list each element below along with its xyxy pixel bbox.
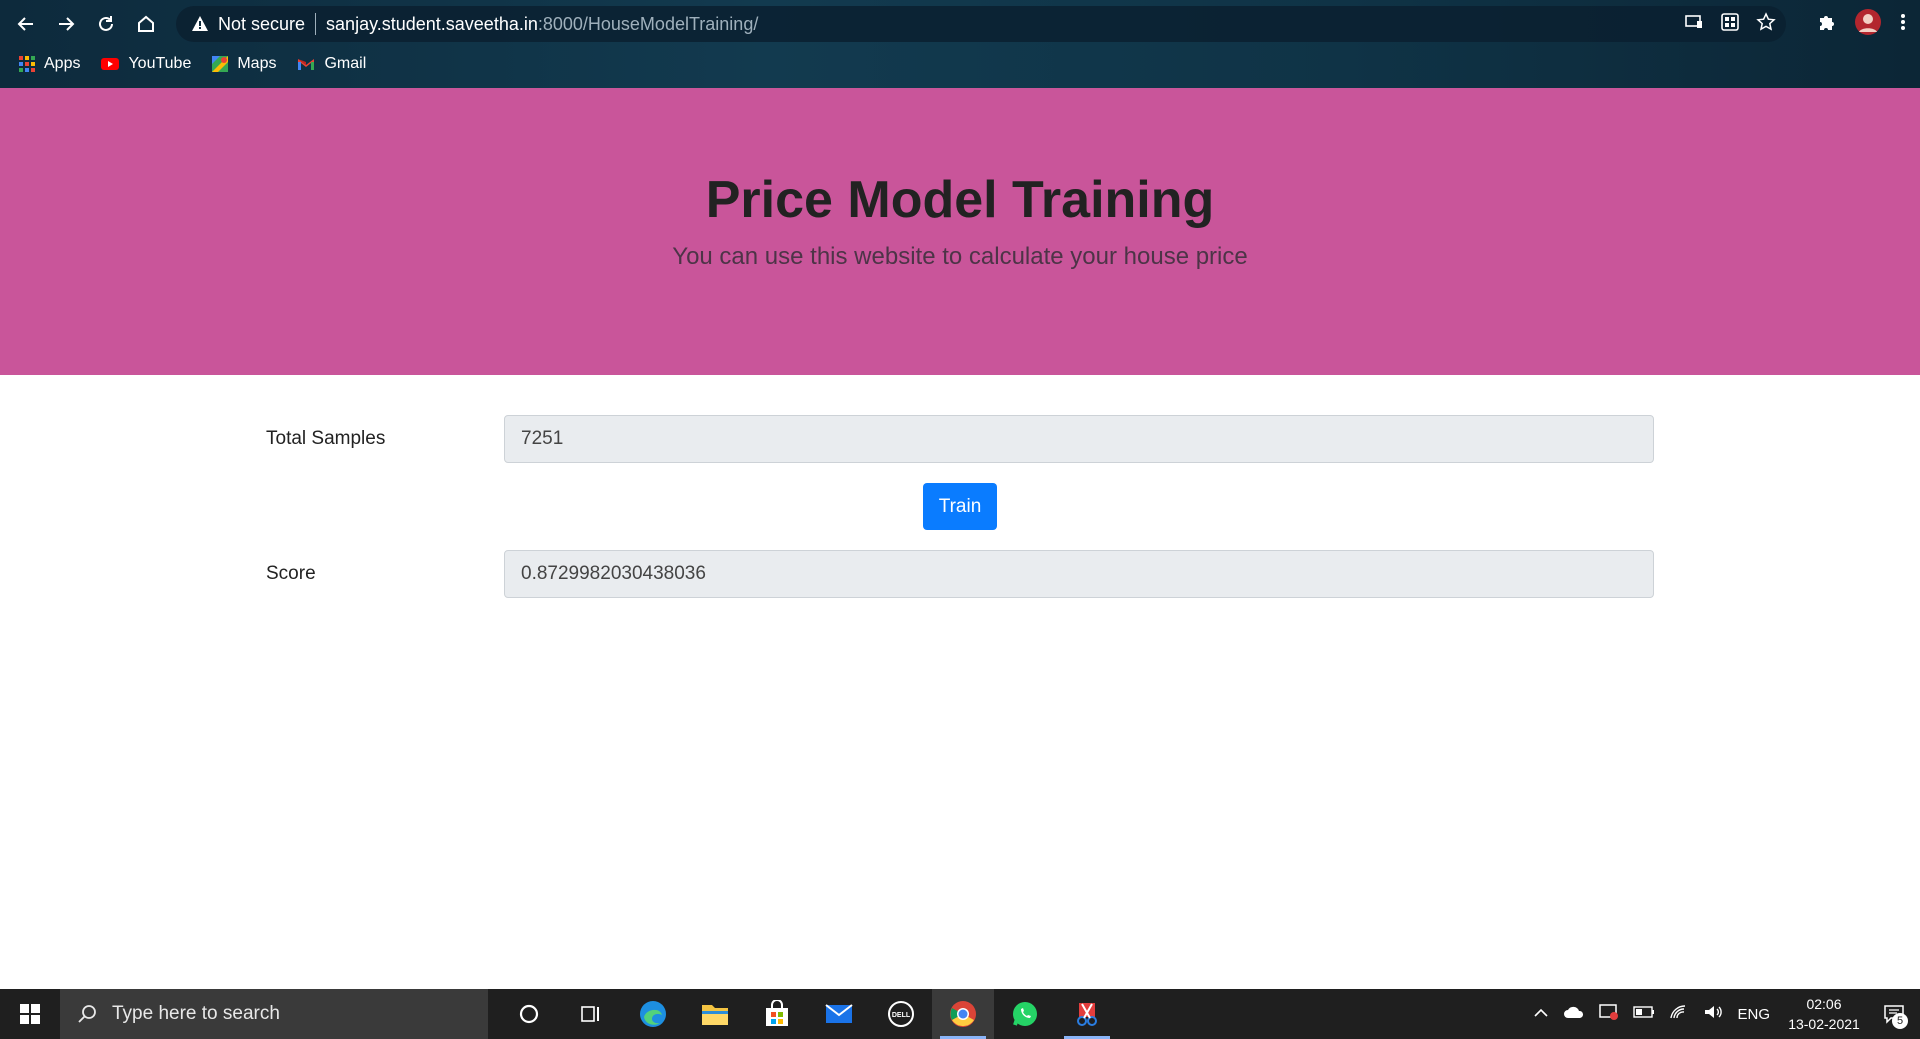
- bookmark-label: Gmail: [324, 55, 367, 72]
- onedrive-cloud-icon[interactable]: [1563, 1005, 1585, 1024]
- train-button[interactable]: Train: [923, 483, 997, 530]
- chevron-up-icon[interactable]: [1533, 1005, 1549, 1023]
- reload-button[interactable]: [90, 8, 122, 40]
- gmail-icon: [298, 59, 315, 70]
- task-view-icon: [581, 1006, 599, 1022]
- score-field[interactable]: [504, 550, 1654, 598]
- forward-arrow-icon: [59, 17, 75, 31]
- taskbar-file-explorer[interactable]: [684, 989, 746, 1039]
- windows-taskbar: Type here to search DELL ENG 02:06 13-02…: [0, 989, 1920, 1039]
- total-samples-row: Total Samples: [266, 415, 1654, 463]
- battery-icon[interactable]: [1633, 1005, 1655, 1023]
- taskbar-whatsapp[interactable]: [994, 989, 1056, 1039]
- qr-code-icon[interactable]: [1720, 12, 1740, 37]
- search-placeholder: Type here to search: [112, 1003, 280, 1024]
- chrome-icon: [950, 1001, 976, 1027]
- store-bag-icon: [766, 1000, 788, 1026]
- bookmark-apps[interactable]: Apps: [18, 55, 80, 73]
- windows-logo-icon: [20, 1004, 40, 1024]
- input-language[interactable]: ENG: [1737, 1006, 1770, 1023]
- youtube-icon: [101, 58, 120, 70]
- taskbar-search-box[interactable]: Type here to search: [60, 989, 488, 1039]
- bookmark-gmail[interactable]: Gmail: [296, 55, 366, 73]
- bookmark-maps[interactable]: Maps: [211, 55, 276, 73]
- start-button[interactable]: [0, 989, 60, 1039]
- scissors-icon: [1077, 1003, 1097, 1026]
- notification-count-badge: 5: [1892, 1013, 1908, 1029]
- profile-avatar[interactable]: [1854, 8, 1882, 41]
- clock[interactable]: 02:06 13-02-2021: [1784, 994, 1864, 1034]
- search-icon: [78, 1005, 96, 1023]
- wifi-icon[interactable]: [1669, 1004, 1689, 1025]
- taskbar-mail[interactable]: [808, 989, 870, 1039]
- url-host: sanjay.student.saveetha.in: [326, 13, 538, 34]
- task-view-button[interactable]: [560, 989, 622, 1039]
- chrome-menu-icon[interactable]: [1900, 12, 1906, 37]
- system-tray: ENG 02:06 13-02-2021 5: [1533, 989, 1920, 1039]
- omnibox-divider: [315, 13, 317, 35]
- dell-logo-icon: DELL: [888, 1001, 914, 1027]
- security-label[interactable]: Not secure: [218, 14, 305, 35]
- security-center-icon[interactable]: [1599, 1003, 1619, 1026]
- taskbar-snipping-tool[interactable]: [1056, 989, 1118, 1039]
- maps-icon: [212, 56, 229, 72]
- hero-banner: Price Model Training You can use this we…: [0, 88, 1920, 375]
- page-title: Price Model Training: [705, 171, 1215, 229]
- bookmarks-bar: Apps YouTube Maps Gmail: [18, 52, 366, 76]
- volume-icon[interactable]: [1703, 1004, 1723, 1025]
- bookmark-label: Apps: [44, 55, 81, 72]
- score-label: Score: [266, 563, 316, 584]
- whatsapp-icon: [1013, 1002, 1037, 1026]
- browser-chrome: Not secure sanjay.student.saveetha.in:80…: [0, 0, 1920, 88]
- url-path: :8000/HouseModelTraining/: [537, 13, 759, 34]
- taskbar-chrome[interactable]: [932, 989, 994, 1039]
- total-samples-label: Total Samples: [266, 428, 386, 449]
- warning-icon: [190, 14, 210, 34]
- taskbar-store[interactable]: [746, 989, 808, 1039]
- clock-time: 02:06: [1806, 996, 1842, 1012]
- address-bar[interactable]: Not secure sanjay.student.saveetha.in:80…: [176, 6, 1786, 42]
- total-samples-field[interactable]: [504, 415, 1654, 463]
- edge-icon: [640, 1001, 666, 1027]
- clock-date: 13-02-2021: [1788, 1016, 1860, 1032]
- forward-button[interactable]: [50, 8, 82, 40]
- apps-grid-icon: [19, 56, 35, 72]
- extensions-puzzle-icon[interactable]: [1816, 12, 1836, 37]
- back-button[interactable]: [10, 8, 42, 40]
- mail-envelope-icon: [825, 1004, 853, 1023]
- cortana-button[interactable]: [498, 989, 560, 1039]
- bookmark-star-icon[interactable]: [1756, 11, 1776, 37]
- reload-icon: [99, 16, 113, 31]
- home-button[interactable]: [130, 8, 162, 40]
- bookmark-youtube[interactable]: YouTube: [100, 55, 191, 73]
- page-subtitle: You can use this website to calculate yo…: [672, 243, 1248, 270]
- home-icon: [138, 15, 154, 32]
- bookmark-label: Maps: [237, 55, 277, 72]
- notifications-button[interactable]: 5: [1878, 999, 1910, 1029]
- folder-icon: [702, 1005, 728, 1025]
- bookmark-label: YouTube: [128, 55, 192, 72]
- cortana-circle-icon: [519, 1004, 539, 1024]
- svg-text:DELL: DELL: [892, 1012, 911, 1019]
- taskbar-dell[interactable]: DELL: [870, 989, 932, 1039]
- score-row: Score: [266, 550, 1654, 598]
- back-arrow-icon: [17, 17, 33, 31]
- cast-icon[interactable]: [1684, 13, 1704, 36]
- taskbar-edge[interactable]: [622, 989, 684, 1039]
